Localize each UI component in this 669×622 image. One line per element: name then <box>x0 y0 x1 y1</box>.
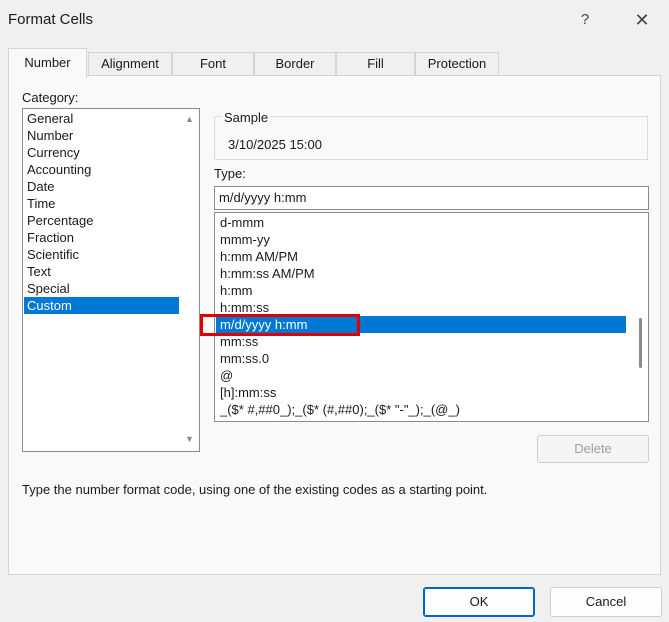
category-item[interactable]: General <box>24 110 179 127</box>
title-bar: Format Cells ? ✕ <box>0 0 669 40</box>
type-item[interactable]: mmm-yy <box>216 231 626 248</box>
category-item[interactable]: Special <box>24 280 179 297</box>
category-item[interactable]: Currency <box>24 144 179 161</box>
type-list[interactable]: d-mmm mmm-yy h:mm AM/PM h:mm:ss AM/PM h:… <box>214 212 649 422</box>
category-item[interactable]: Accounting <box>24 161 179 178</box>
tab-alignment[interactable]: Alignment <box>88 52 172 76</box>
category-item[interactable]: Fraction <box>24 229 179 246</box>
tab-protection[interactable]: Protection <box>415 52 499 76</box>
type-item-selected[interactable]: m/d/yyyy h:mm <box>216 316 626 333</box>
type-item[interactable]: h:mm <box>216 282 626 299</box>
type-item[interactable]: [h]:mm:ss <box>216 384 626 401</box>
delete-button[interactable]: Delete <box>537 435 649 463</box>
type-item[interactable]: @ <box>216 367 626 384</box>
type-item[interactable]: mm:ss.0 <box>216 350 626 367</box>
category-item[interactable]: Number <box>24 127 179 144</box>
tab-number[interactable]: Number <box>8 48 87 77</box>
category-item[interactable]: Date <box>24 178 179 195</box>
close-icon: ✕ <box>634 10 650 30</box>
category-list[interactable]: General Number Currency Accounting Date … <box>22 108 200 452</box>
category-item-selected[interactable]: Custom <box>24 297 179 314</box>
close-button[interactable]: ✕ <box>625 6 659 34</box>
scroll-up-icon[interactable]: ▲ <box>181 111 198 128</box>
type-item[interactable]: h:mm:ss AM/PM <box>216 265 626 282</box>
type-item[interactable]: mm:ss <box>216 333 626 350</box>
sample-value: 3/10/2025 15:00 <box>228 137 322 152</box>
category-item[interactable]: Text <box>24 263 179 280</box>
type-item[interactable]: h:mm:ss <box>216 299 626 316</box>
window-title: Format Cells <box>8 11 94 28</box>
type-label: Type: <box>214 166 246 181</box>
category-label: Category: <box>22 90 79 105</box>
category-item[interactable]: Scientific <box>24 246 179 263</box>
type-list-scrollbar[interactable] <box>633 214 648 420</box>
scroll-thumb[interactable] <box>639 318 642 368</box>
ok-button[interactable]: OK <box>423 587 535 617</box>
category-item[interactable]: Percentage <box>24 212 179 229</box>
number-tab-panel: Category: General Number Currency Accoun… <box>8 75 661 575</box>
tab-border[interactable]: Border <box>254 52 336 76</box>
tab-font[interactable]: Font <box>172 52 254 76</box>
help-button[interactable]: ? <box>570 6 600 34</box>
scroll-down-icon[interactable]: ▼ <box>181 431 198 448</box>
type-item[interactable]: h:mm AM/PM <box>216 248 626 265</box>
sample-label: Sample <box>222 110 271 125</box>
type-input[interactable]: m/d/yyyy h:mm <box>214 186 649 210</box>
type-item[interactable]: _($* #,##0_);_($* (#,##0);_($* "-"_);_(@… <box>216 401 626 418</box>
tab-fill[interactable]: Fill <box>336 52 415 76</box>
type-item[interactable]: d-mmm <box>216 214 626 231</box>
hint-text: Type the number format code, using one o… <box>22 482 488 497</box>
category-item[interactable]: Time <box>24 195 179 212</box>
cancel-button[interactable]: Cancel <box>550 587 662 617</box>
